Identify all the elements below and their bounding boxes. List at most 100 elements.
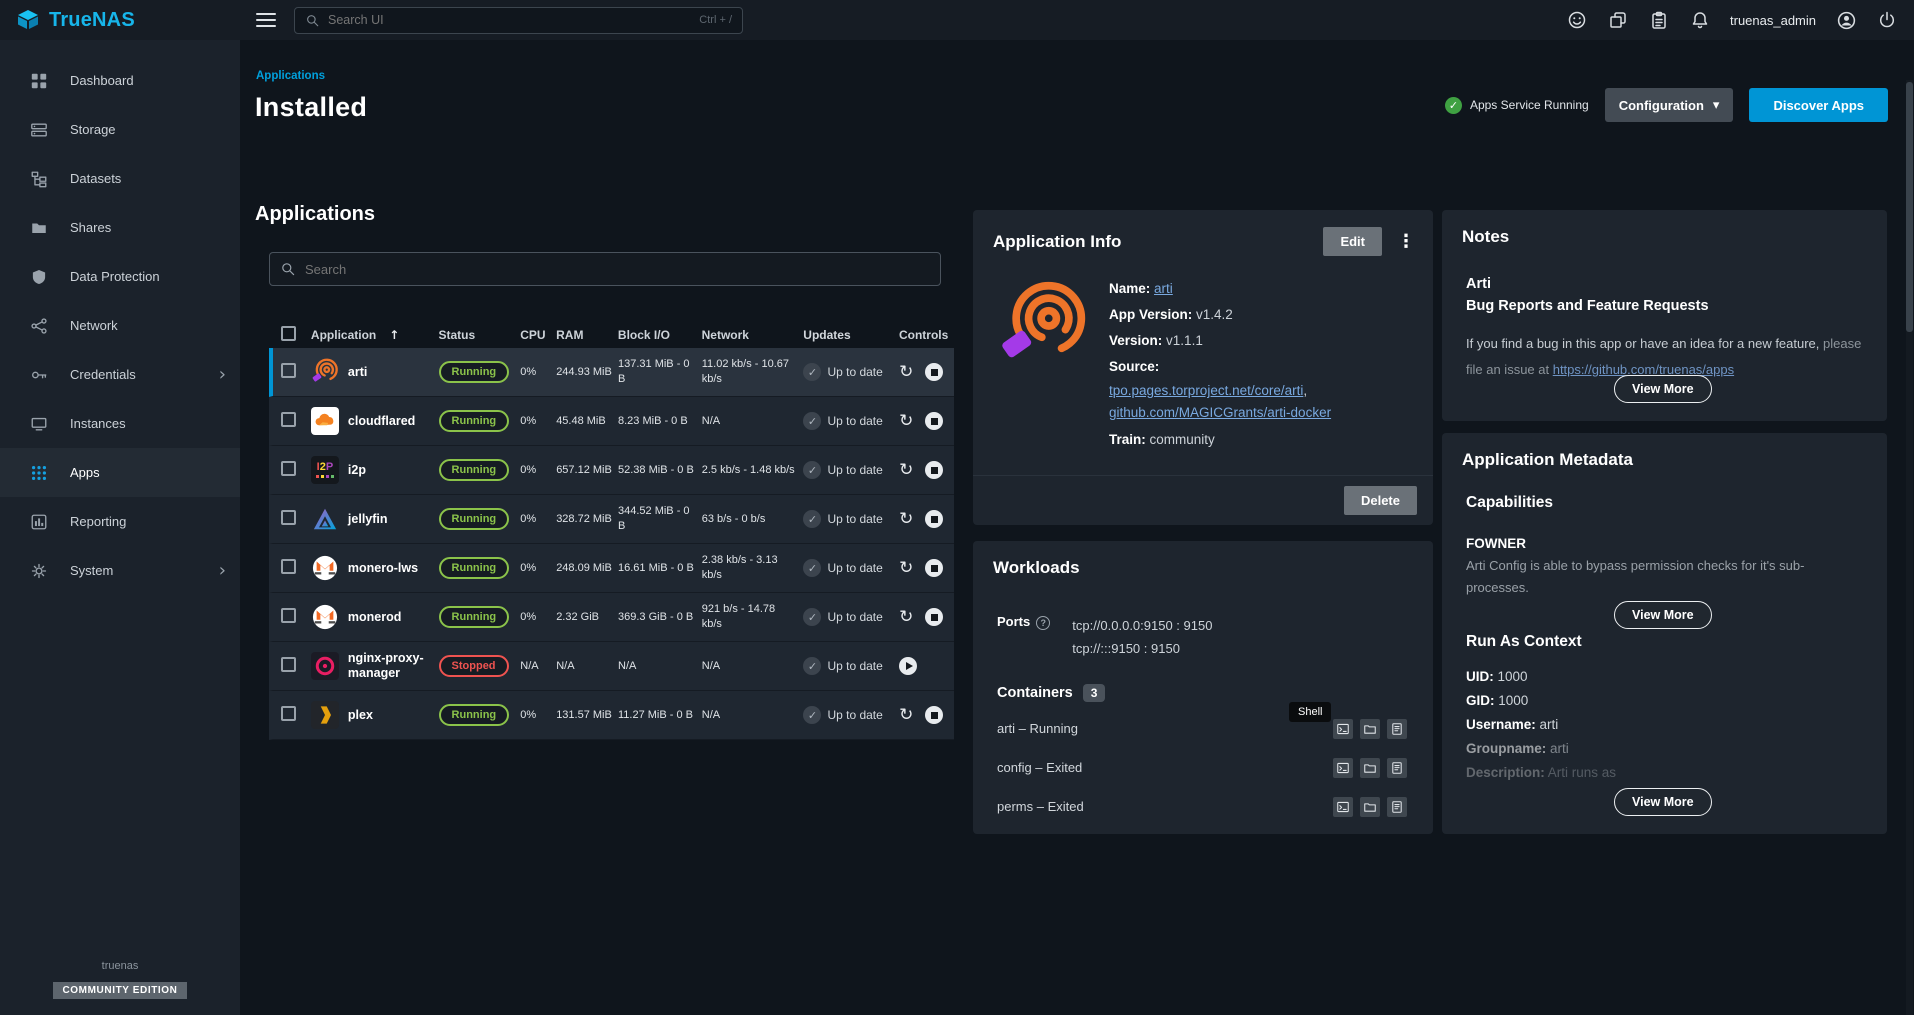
source-link-1[interactable]: tpo.pages.torproject.net/core/arti — [1109, 383, 1303, 398]
row-checkbox[interactable] — [281, 559, 296, 574]
column-controls: Controls — [891, 328, 954, 342]
sidebar-item-instances[interactable]: Instances — [0, 399, 240, 448]
truenas-logo[interactable]: TrueNAS — [0, 8, 240, 32]
edit-button[interactable]: Edit — [1323, 227, 1382, 256]
discover-apps-button[interactable]: Discover Apps — [1749, 88, 1888, 122]
jobs-icon[interactable] — [1648, 9, 1670, 31]
sidebar-item-shares[interactable]: Shares — [0, 203, 240, 252]
column-ram[interactable]: RAM — [556, 328, 618, 342]
alerts-bell-icon[interactable] — [1689, 9, 1711, 31]
source-link-2[interactable]: github.com/MAGICGrants/arti-docker — [1109, 405, 1331, 420]
shell-icon[interactable] — [1333, 758, 1353, 778]
sidebar-item-label: Shares — [70, 220, 111, 235]
logs-icon[interactable] — [1387, 719, 1407, 739]
table-row-i2p[interactable]: I2P i2p Running 0% 657.12 MiB 52.38 MiB … — [269, 446, 954, 495]
sidebar-item-dashboard[interactable]: Dashboard — [0, 56, 240, 105]
restart-button[interactable]: ↻ — [899, 413, 913, 430]
column-application[interactable]: Application ↑ — [311, 328, 439, 342]
workloads-card: Workloads Ports ? tcp://0.0.0.0:9150 : 9… — [973, 541, 1433, 834]
column-cpu[interactable]: CPU — [520, 328, 556, 342]
applications-search[interactable] — [269, 252, 941, 286]
notes-view-more-button[interactable]: View More — [1614, 375, 1712, 403]
applications-search-input[interactable] — [305, 262, 930, 277]
i2p-app-icon: I2P — [311, 456, 339, 484]
kebab-menu-icon[interactable]: ⋮ — [1397, 233, 1415, 251]
start-button[interactable] — [899, 657, 917, 675]
delete-button[interactable]: Delete — [1344, 486, 1417, 515]
row-checkbox[interactable] — [281, 608, 296, 623]
stop-button[interactable] — [925, 412, 943, 430]
capabilities-view-more-button[interactable]: View More — [1614, 601, 1712, 629]
truecommand-icon[interactable] — [1607, 9, 1629, 31]
help-icon[interactable]: ? — [1036, 616, 1050, 630]
power-icon[interactable] — [1876, 9, 1898, 31]
restart-button[interactable]: ↻ — [899, 707, 913, 724]
restart-button[interactable]: ↻ — [899, 462, 913, 479]
column-updates[interactable]: Updates — [803, 328, 891, 342]
volumes-folder-icon[interactable] — [1360, 797, 1380, 817]
row-checkbox[interactable] — [281, 461, 296, 476]
stop-button[interactable] — [925, 461, 943, 479]
breadcrumb[interactable]: Applications — [256, 70, 325, 82]
table-row-plex[interactable]: plex Running 0% 131.57 MiB 11.27 MiB - 0… — [269, 691, 954, 740]
page-scrollbar[interactable] — [1906, 80, 1913, 1015]
scrollbar-thumb[interactable] — [1906, 82, 1913, 332]
row-checkbox[interactable] — [281, 706, 296, 721]
sidebar-item-system[interactable]: System › — [0, 546, 240, 595]
global-search[interactable]: Ctrl + / — [294, 7, 743, 34]
sidebar-item-apps[interactable]: Apps — [0, 448, 240, 497]
stop-button[interactable] — [925, 608, 943, 626]
restart-button[interactable]: ↻ — [899, 364, 913, 381]
table-row-arti[interactable]: arti Running 0% 244.93 MiB 137.31 MiB - … — [269, 348, 954, 397]
source-field: Source: tpo.pages.torproject.net/core/ar… — [1109, 354, 1409, 424]
sidebar-item-data-protection[interactable]: Data Protection — [0, 252, 240, 301]
block-io-value: 11.27 MiB - 0 B — [618, 708, 702, 723]
sidebar-item-storage[interactable]: Storage — [0, 105, 240, 154]
global-search-input[interactable] — [328, 13, 691, 27]
stop-button[interactable] — [925, 706, 943, 724]
update-check-icon: ✓ — [803, 363, 821, 381]
shell-icon[interactable] — [1333, 719, 1353, 739]
stop-button[interactable] — [925, 363, 943, 381]
metadata-view-more-button[interactable]: View More — [1614, 788, 1712, 816]
table-row-jellyfin[interactable]: jellyfin Running 0% 328.72 MiB 344.52 Mi… — [269, 495, 954, 544]
table-row-monero-lws[interactable]: monero-lws Running 0% 248.09 MiB 16.61 M… — [269, 544, 954, 593]
app-name-link[interactable]: arti — [1154, 281, 1173, 296]
feedback-icon[interactable] — [1566, 9, 1588, 31]
table-row-nginx-proxy-manager[interactable]: nginx-proxy-manager Stopped N/A N/A N/A … — [269, 642, 954, 691]
column-block-io[interactable]: Block I/O — [618, 328, 702, 342]
instances-icon — [30, 415, 48, 433]
volumes-folder-icon[interactable] — [1360, 758, 1380, 778]
row-checkbox[interactable] — [281, 412, 296, 427]
table-row-cloudflared[interactable]: cloudflared Running 0% 45.48 MiB 8.23 Mi… — [269, 397, 954, 446]
row-checkbox[interactable] — [281, 657, 296, 672]
stop-button[interactable] — [925, 510, 943, 528]
uid-line: UID: 1000 — [1466, 669, 1865, 684]
logs-icon[interactable] — [1387, 758, 1407, 778]
logs-icon[interactable] — [1387, 797, 1407, 817]
sidebar-item-reporting[interactable]: Reporting — [0, 497, 240, 546]
containers-header: Containers 3 — [997, 684, 1413, 702]
column-network[interactable]: Network — [702, 328, 804, 342]
row-checkbox[interactable] — [281, 510, 296, 525]
header-checkbox[interactable] — [281, 326, 296, 341]
restart-button[interactable]: ↻ — [899, 609, 913, 626]
update-status: Up to date — [827, 365, 882, 379]
restart-button[interactable]: ↻ — [899, 560, 913, 577]
ram-value: 657.12 MiB — [556, 463, 618, 478]
row-checkbox[interactable] — [281, 363, 296, 378]
restart-button[interactable]: ↻ — [899, 511, 913, 528]
table-row-monerod[interactable]: monerod Running 0% 2.32 GiB 369.3 GiB - … — [269, 593, 954, 642]
sidebar-item-datasets[interactable]: Datasets — [0, 154, 240, 203]
sidebar-item-network[interactable]: Network — [0, 301, 240, 350]
user-menu-icon[interactable] — [1835, 9, 1857, 31]
hamburger-menu-icon[interactable] — [256, 13, 276, 27]
version-field: Version: v1.1.1 — [1109, 328, 1409, 354]
update-check-icon: ✓ — [803, 510, 821, 528]
volumes-folder-icon[interactable] — [1360, 719, 1380, 739]
shell-icon[interactable] — [1333, 797, 1353, 817]
configuration-button[interactable]: Configuration ▾ — [1605, 88, 1734, 122]
column-status[interactable]: Status — [438, 328, 520, 342]
sidebar-item-credentials[interactable]: Credentials › — [0, 350, 240, 399]
stop-button[interactable] — [925, 559, 943, 577]
